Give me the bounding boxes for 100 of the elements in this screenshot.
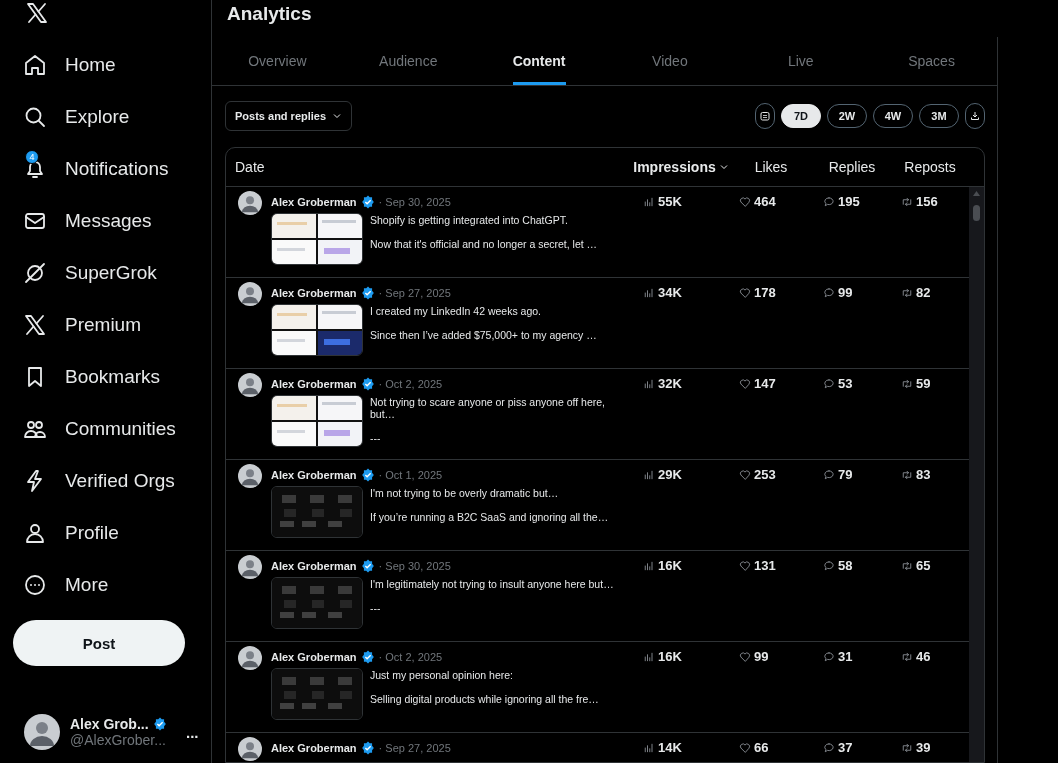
likes-count: 147	[754, 376, 776, 391]
replies-count: 37	[838, 740, 853, 755]
tab[interactable]: Content	[512, 37, 566, 85]
bar-chart-icon	[643, 560, 655, 572]
post-date: · Oct 1, 2025	[378, 469, 443, 481]
nav-item[interactable]: Communities	[13, 403, 186, 455]
reposts-count: 65	[916, 558, 931, 573]
nav-item[interactable]: Explore	[13, 91, 140, 143]
avatar	[238, 737, 262, 761]
avatar	[238, 282, 262, 306]
nav-item[interactable]: Home	[13, 39, 126, 91]
likes-count: 464	[754, 194, 776, 209]
likes-count: 253	[754, 467, 776, 482]
range-button[interactable]: 2W	[827, 104, 867, 128]
range-button[interactable]: 3M	[919, 104, 959, 128]
tab[interactable]: Live	[787, 37, 814, 85]
more-icon	[23, 573, 47, 597]
tab[interactable]: Video	[652, 37, 688, 85]
replies-count: 53	[838, 376, 853, 391]
author-name: Alex Groberman	[271, 287, 357, 299]
bar-chart-icon	[643, 651, 655, 663]
nav-item[interactable]: 4 Notifications	[13, 143, 179, 195]
tab[interactable]: Spaces	[908, 37, 955, 85]
replies-count: 31	[838, 649, 853, 664]
avatar	[238, 646, 262, 670]
heart-icon	[739, 196, 751, 208]
post-text: If you’re running a B2C SaaS and ignoring all the…	[370, 511, 610, 523]
bar-chart-icon	[643, 378, 655, 390]
avatar	[238, 464, 262, 488]
column-header[interactable]: Replies	[828, 159, 876, 175]
scrollbar[interactable]	[969, 187, 984, 762]
avatar	[24, 714, 60, 750]
reposts-count: 83	[916, 467, 931, 482]
author-name: Alex Groberman	[271, 469, 357, 481]
likes-count: 99	[754, 649, 769, 664]
column-header[interactable]: Reposts	[904, 159, 956, 175]
more-button[interactable]: ...	[186, 723, 199, 741]
column-header[interactable]: Impressions	[633, 159, 729, 175]
range-button[interactable]: 7D	[781, 104, 821, 128]
tab[interactable]: Audience	[379, 37, 438, 85]
post-date: · Sep 30, 2025	[378, 196, 451, 208]
bar-chart-icon	[643, 469, 655, 481]
impressions-count: 55K	[658, 194, 682, 209]
nav-item[interactable]: Bookmarks	[13, 351, 171, 403]
post-text: ---	[370, 602, 382, 614]
column-header[interactable]: Likes	[754, 159, 788, 175]
likes-count: 131	[754, 558, 776, 573]
post-text: Now that it's official and no longer a secret, let …	[370, 238, 599, 250]
column-header[interactable]: Date	[226, 159, 265, 175]
replies-count: 58	[838, 558, 853, 573]
notification-badge: 4	[25, 150, 39, 164]
likes-count: 178	[754, 285, 776, 300]
post-text: Selling digital products while ignoring all the fre…	[370, 693, 600, 705]
repost-icon	[901, 196, 913, 208]
download-button[interactable]	[965, 103, 985, 129]
impressions-count: 34K	[658, 285, 682, 300]
reposts-count: 39	[916, 740, 931, 755]
post-text: Just my personal opinion here:	[370, 669, 514, 681]
avatar	[238, 373, 262, 397]
author-name: Alex Groberman	[271, 378, 357, 390]
scrollbar-thumb[interactable]	[973, 205, 980, 221]
heart-icon	[739, 469, 751, 481]
nav-item[interactable]: SuperGrok	[13, 247, 167, 299]
author-name: Alex Groberman	[271, 651, 357, 663]
x-logo-icon[interactable]	[25, 1, 49, 25]
repost-icon	[901, 560, 913, 572]
bar-chart-icon	[643, 742, 655, 754]
calendar-button[interactable]	[755, 103, 775, 129]
search-icon	[23, 105, 47, 129]
post-date: · Oct 2, 2025	[378, 651, 443, 663]
repost-icon	[901, 378, 913, 390]
speech-bubble-icon	[823, 196, 835, 208]
nav-item[interactable]: Premium	[13, 299, 151, 351]
account-name: Alex Grob...	[70, 716, 149, 732]
post-date: · Sep 27, 2025	[378, 742, 451, 754]
impressions-count: 32K	[658, 376, 682, 391]
author-name: Alex Groberman	[271, 742, 357, 754]
reposts-count: 156	[916, 194, 938, 209]
post-date: · Sep 27, 2025	[378, 287, 451, 299]
calendar-icon	[760, 111, 770, 121]
avatar	[238, 191, 262, 215]
person-icon	[23, 521, 47, 545]
author-name: Alex Groberman	[271, 560, 357, 572]
heart-icon	[739, 287, 751, 299]
author-name: Alex Groberman	[271, 196, 357, 208]
nav-item[interactable]: Verified Orgs	[13, 455, 185, 507]
repost-icon	[901, 651, 913, 663]
reposts-count: 46	[916, 649, 931, 664]
repost-icon	[901, 469, 913, 481]
post-date: · Oct 2, 2025	[378, 378, 443, 390]
chevron-down-icon	[332, 111, 343, 121]
impressions-count: 16K	[658, 558, 682, 573]
filter-dropdown[interactable]: Posts and replies	[225, 101, 353, 131]
page-title: Analytics	[227, 3, 312, 25]
post-button[interactable]: Post	[13, 620, 185, 666]
nav-item[interactable]: Messages	[13, 195, 162, 247]
nav-item[interactable]: More	[13, 559, 119, 611]
range-button[interactable]: 4W	[873, 104, 913, 128]
tab[interactable]: Overview	[248, 37, 307, 85]
nav-item[interactable]: Profile	[13, 507, 129, 559]
